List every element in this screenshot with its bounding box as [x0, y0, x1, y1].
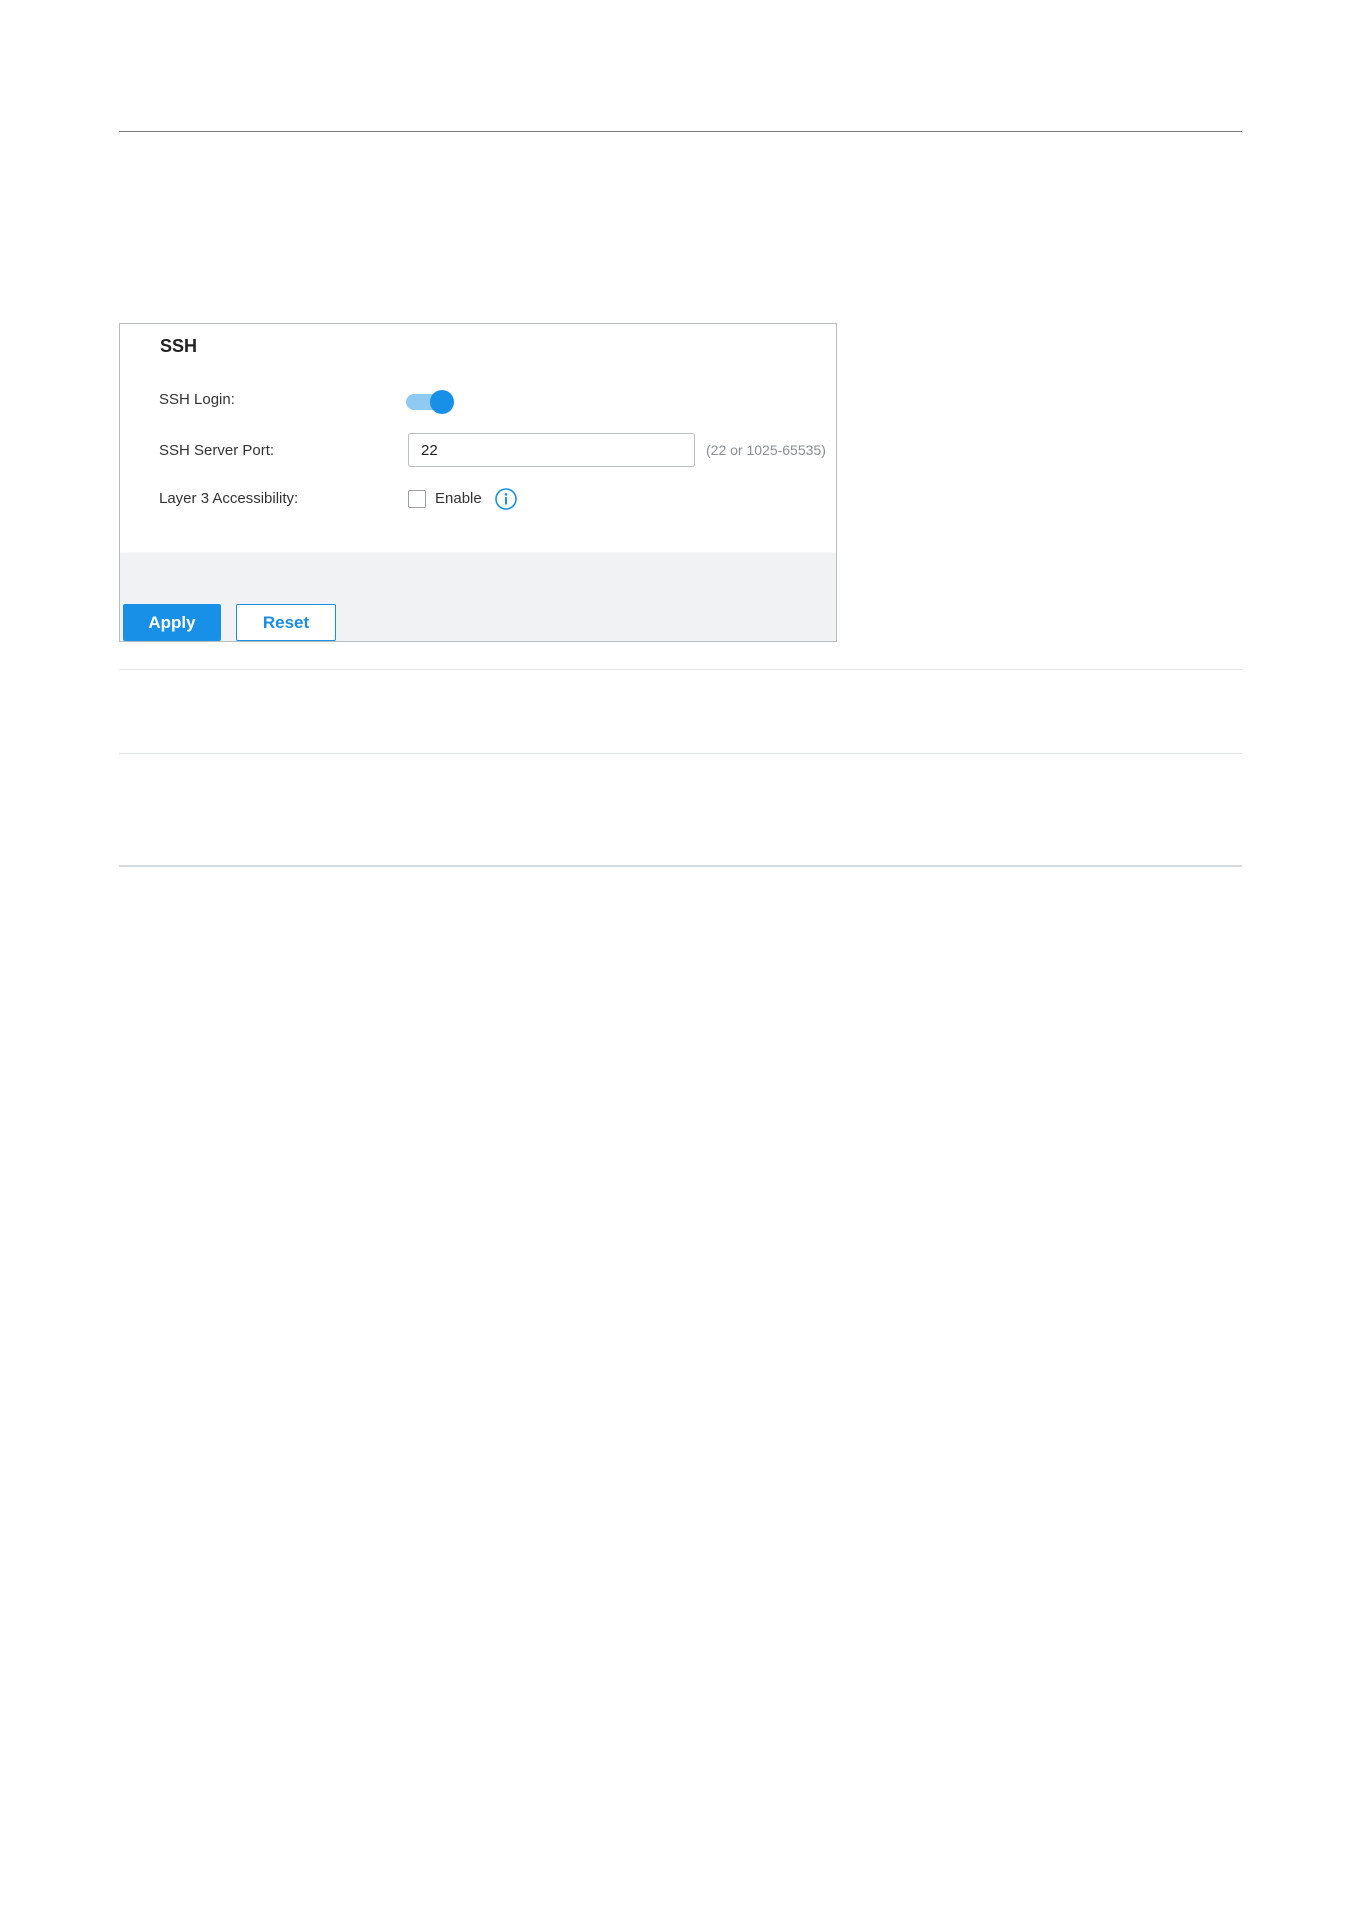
ssh-login-toggle[interactable] — [406, 390, 454, 414]
layer3-accessibility-label: Layer 3 Accessibility: — [159, 490, 299, 507]
ssh-login-label: SSH Login: — [159, 391, 235, 408]
section-title: SSH — [160, 336, 198, 356]
divider — [119, 669, 1242, 670]
layer3-enable-label[interactable]: Enable — [435, 490, 482, 507]
top-divider — [119, 131, 1242, 132]
ssh-server-port-hint: (22 or 1025-65535) — [706, 442, 826, 458]
ssh-server-port-input[interactable] — [408, 433, 695, 467]
ssh-settings-panel: SSH SSH Login: SSH Server Port: (22 or 1… — [119, 323, 837, 642]
reset-button[interactable]: Reset — [236, 604, 336, 641]
divider — [119, 753, 1242, 754]
divider — [119, 865, 1242, 867]
toggle-knob — [430, 390, 454, 414]
ssh-server-port-label: SSH Server Port: — [159, 442, 275, 459]
panel-body: SSH SSH Login: SSH Server Port: (22 or 1… — [120, 324, 836, 552]
apply-button[interactable]: Apply — [123, 604, 221, 641]
panel-footer — [120, 553, 836, 641]
info-circle-icon[interactable] — [494, 487, 518, 511]
layer3-enable-checkbox[interactable] — [408, 490, 426, 508]
